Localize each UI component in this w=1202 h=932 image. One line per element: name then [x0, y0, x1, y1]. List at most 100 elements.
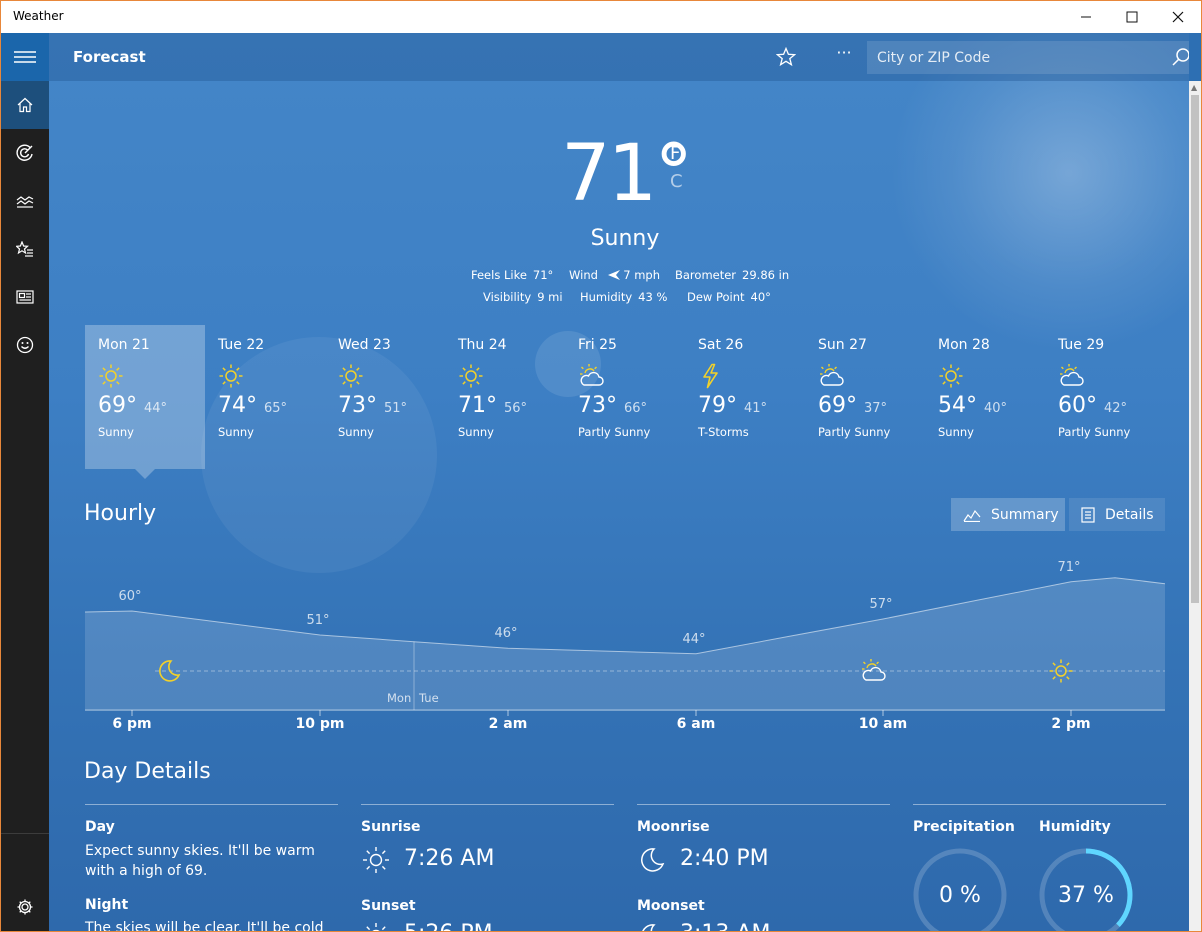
- visibility-value: 9 mi: [537, 290, 563, 304]
- maximize-icon: [1126, 11, 1138, 23]
- temperature-data-label: 46°: [494, 626, 518, 642]
- places-icon: [16, 241, 33, 257]
- minimize-button[interactable]: [1063, 1, 1109, 33]
- humidity-label: Humidity: [580, 290, 633, 304]
- forecast-condition: Sunny: [938, 425, 974, 439]
- wind-value: 7 mph: [623, 268, 660, 282]
- selection-pointer: [135, 469, 155, 479]
- daily-forecast-item[interactable]: Mon 28 54° 40° Sunny: [925, 325, 1045, 469]
- summary-label: Summary: [991, 506, 1059, 523]
- sidebar-divider: [1, 833, 49, 834]
- menu-icon: [14, 51, 36, 63]
- wind-direction-icon: [607, 270, 620, 280]
- unit-fahrenheit-toggle[interactable]: F: [670, 143, 680, 164]
- close-button[interactable]: [1155, 1, 1201, 33]
- moonrise-time: 2:40 PM: [680, 846, 769, 871]
- daily-forecast-item[interactable]: Sat 26 79° 41° T-Storms: [685, 325, 805, 469]
- night-heading: Night: [85, 897, 129, 913]
- barometer-value: 29.86 in: [742, 268, 790, 282]
- sun-icon: [459, 364, 483, 388]
- sidebar-item-historical[interactable]: [1, 177, 49, 225]
- forecast-day-name: Fri 25: [578, 337, 617, 353]
- wind-stat: Wind 7 mph: [569, 268, 660, 282]
- current-condition: Sunny: [590, 226, 660, 251]
- vertical-scrollbar[interactable]: ▲: [1189, 81, 1201, 931]
- forecast-high-temp: 79°: [698, 393, 737, 418]
- search-button[interactable]: [1171, 47, 1189, 71]
- sidebar-item-forecast[interactable]: [1, 81, 49, 129]
- precipitation-value: 0 %: [939, 882, 981, 908]
- day-description: Expect sunny skies. It'll be warm with a…: [85, 843, 315, 879]
- forecast-high-temp: 73°: [338, 393, 377, 418]
- forecast-day-name: Sat 26: [698, 337, 744, 353]
- details-label: Details: [1105, 506, 1154, 523]
- summary-toggle-button[interactable]: Summary: [951, 498, 1065, 531]
- x-axis-tick-label: 6 pm: [112, 716, 152, 732]
- sidebar-item-maps[interactable]: [1, 129, 49, 177]
- partly-sunny-icon: [580, 364, 604, 386]
- forecast-condition-icon: [458, 363, 486, 389]
- sidebar-item-settings[interactable]: [1, 883, 49, 931]
- favorite-button[interactable]: [771, 43, 801, 71]
- maximize-button[interactable]: [1109, 1, 1155, 33]
- forecast-high-temp: 73°: [578, 393, 617, 418]
- more-options-button[interactable]: ···: [829, 43, 859, 71]
- historical-weather-icon: [16, 196, 34, 208]
- radar-icon: [16, 144, 33, 161]
- search-box: [867, 41, 1189, 74]
- forecast-high-temp: 60°: [1058, 393, 1097, 418]
- sun-icon: [219, 364, 243, 388]
- daily-forecast-item[interactable]: Sun 27 69° 37° Partly Sunny: [805, 325, 925, 469]
- home-icon: [17, 97, 33, 113]
- humidity-stat: Humidity 43 %: [580, 290, 667, 304]
- daily-forecast-item[interactable]: Tue 29 60° 42° Partly Sunny: [1045, 325, 1165, 469]
- daily-forecast-item[interactable]: Thu 24 71° 56° Sunny: [445, 325, 565, 469]
- daily-forecast-item[interactable]: Fri 25 73° 66° Partly Sunny: [565, 325, 685, 469]
- daily-forecast-item[interactable]: Tue 22 74° 65° Sunny: [205, 325, 325, 469]
- details-toggle-button[interactable]: Details: [1069, 498, 1165, 531]
- sidebar-item-news[interactable]: [1, 273, 49, 321]
- forecast-day-name: Thu 24: [458, 337, 507, 353]
- x-axis-tick-label: 6 am: [676, 716, 716, 732]
- hourly-condition-icon: [156, 658, 182, 688]
- hourly-condition-icon: [860, 658, 886, 688]
- unit-celsius-toggle[interactable]: C: [670, 171, 683, 192]
- details-list-icon: [1081, 506, 1095, 523]
- forecast-condition-icon: [1058, 363, 1086, 389]
- scroll-up-icon[interactable]: ▲: [1191, 83, 1197, 92]
- temperature-data-label: 51°: [306, 613, 330, 628]
- moonset-time: 3:13 AM: [680, 921, 770, 931]
- moon-icon: [159, 660, 181, 682]
- divider: [85, 804, 338, 805]
- sun-icon: [99, 364, 123, 388]
- nav-sidebar: [1, 33, 49, 931]
- minimize-icon: [1081, 16, 1091, 18]
- close-icon: [1172, 11, 1184, 23]
- forecast-condition: Sunny: [338, 425, 374, 439]
- scrollbar-thumb[interactable]: [1191, 95, 1199, 603]
- moonrise-heading: Moonrise: [637, 819, 710, 835]
- weather-window: Weather Forecast ··· City or ZIP Code 71…: [0, 0, 1202, 932]
- sidebar-item-places[interactable]: [1, 225, 49, 273]
- day-heading: Day: [85, 819, 115, 835]
- forecast-condition: T-Storms: [698, 425, 749, 439]
- forecast-condition: Sunny: [98, 425, 134, 439]
- forecast-low-temp: 42°: [1104, 401, 1128, 416]
- humidity-heading: Humidity: [1039, 819, 1111, 835]
- humidity-gauge-value: 37 %: [1058, 882, 1114, 908]
- search-input[interactable]: [877, 47, 1147, 69]
- feels-like-label: Feels Like: [471, 268, 527, 282]
- title-bar: Weather: [1, 1, 1201, 33]
- forecast-high-temp: 54°: [938, 393, 977, 418]
- daily-forecast-item[interactable]: Wed 23 73° 51° Sunny: [325, 325, 445, 469]
- hamburger-menu-button[interactable]: [1, 33, 49, 81]
- page-title: Forecast: [73, 48, 146, 66]
- visibility-stat: Visibility 9 mi: [483, 290, 563, 304]
- temperature-area: [85, 577, 1165, 711]
- chart-icon: [963, 509, 981, 522]
- forecast-day-name: Tue 29: [1058, 337, 1105, 353]
- partly-sunny-icon: [1060, 364, 1084, 386]
- daily-forecast-item[interactable]: Mon 21 69° 44° Sunny: [85, 325, 205, 479]
- news-icon: [16, 290, 34, 304]
- sidebar-item-feedback[interactable]: [1, 321, 49, 369]
